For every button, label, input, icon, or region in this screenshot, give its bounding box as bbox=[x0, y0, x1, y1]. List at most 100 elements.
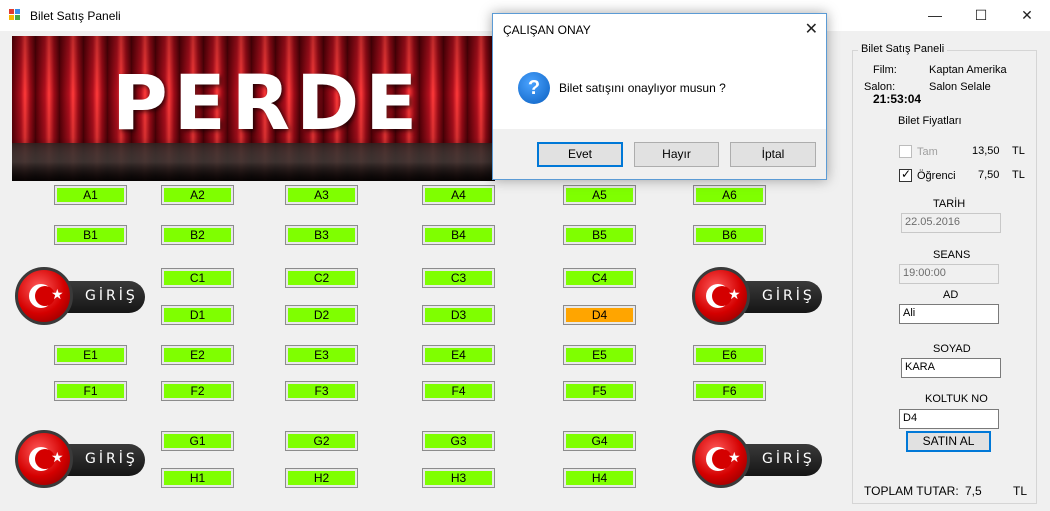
seat-g2[interactable]: G2 bbox=[285, 431, 358, 451]
seat-a4[interactable]: A4 bbox=[422, 185, 495, 205]
seat-label: A5 bbox=[566, 188, 633, 202]
tam-checkbox[interactable] bbox=[899, 145, 912, 158]
seat-label: D1 bbox=[164, 308, 231, 322]
seat-h3[interactable]: H3 bbox=[422, 468, 495, 488]
seat-label: H3 bbox=[425, 471, 492, 485]
seat-f1[interactable]: F1 bbox=[54, 381, 127, 401]
maximize-button[interactable]: ☐ bbox=[958, 0, 1004, 31]
seat-label: H2 bbox=[288, 471, 355, 485]
hayir-button[interactable]: Hayır bbox=[634, 142, 719, 167]
seat-label: F1 bbox=[57, 384, 124, 398]
seat-f3[interactable]: F3 bbox=[285, 381, 358, 401]
seat-b1[interactable]: B1 bbox=[54, 225, 127, 245]
seat-c3[interactable]: C3 bbox=[422, 268, 495, 288]
seat-e5[interactable]: E5 bbox=[563, 345, 636, 365]
panel-title: Bilet Satış Paneli bbox=[858, 43, 948, 55]
seat-d2[interactable]: D2 bbox=[285, 305, 358, 325]
app-icon bbox=[9, 9, 22, 21]
seat-a2[interactable]: A2 bbox=[161, 185, 234, 205]
seat-label: E3 bbox=[288, 348, 355, 362]
turkish-flag-icon: ★ bbox=[692, 430, 750, 488]
seat-label: C1 bbox=[164, 271, 231, 285]
seat-h2[interactable]: H2 bbox=[285, 468, 358, 488]
ogrenci-label: Öğrenci bbox=[917, 170, 956, 182]
seat-label: C2 bbox=[288, 271, 355, 285]
entrance-label: GİRİŞ bbox=[85, 451, 138, 467]
seat-a5[interactable]: A5 bbox=[563, 185, 636, 205]
seat-g4[interactable]: G4 bbox=[563, 431, 636, 451]
seat-e4[interactable]: E4 bbox=[422, 345, 495, 365]
dialog-body: ? Bilet satışını onaylıyor musun ? bbox=[493, 45, 826, 129]
tam-label: Tam bbox=[917, 146, 938, 158]
tam-price: 13,50 bbox=[972, 145, 1000, 157]
seat-c4[interactable]: C4 bbox=[563, 268, 636, 288]
seat-label: A6 bbox=[696, 188, 763, 202]
seat-e2[interactable]: E2 bbox=[161, 345, 234, 365]
koltuk-input[interactable]: D4 bbox=[899, 409, 999, 429]
seat-b5[interactable]: B5 bbox=[563, 225, 636, 245]
seat-b4[interactable]: B4 bbox=[422, 225, 495, 245]
seat-d4[interactable]: D4 bbox=[563, 305, 636, 325]
total-value: 7,5 bbox=[965, 484, 982, 498]
minimize-button[interactable]: — bbox=[912, 0, 958, 31]
close-button[interactable]: ✕ bbox=[1004, 0, 1050, 31]
seat-b3[interactable]: B3 bbox=[285, 225, 358, 245]
seat-e1[interactable]: E1 bbox=[54, 345, 127, 365]
seat-e6[interactable]: E6 bbox=[693, 345, 766, 365]
seans-label: SEANS bbox=[933, 249, 971, 261]
seat-label: E4 bbox=[425, 348, 492, 362]
dialog-message: Bilet satışını onaylıyor musun ? bbox=[559, 81, 726, 95]
seat-label: B1 bbox=[57, 228, 124, 242]
seat-d1[interactable]: D1 bbox=[161, 305, 234, 325]
perde-banner: PERDE bbox=[12, 36, 495, 181]
seans-field[interactable]: 19:00:00 bbox=[899, 264, 999, 284]
seat-f5[interactable]: F5 bbox=[563, 381, 636, 401]
tarih-field[interactable]: 22.05.2016 bbox=[901, 213, 1001, 233]
seat-label: D4 bbox=[566, 308, 633, 322]
satin-al-button[interactable]: SATIN AL bbox=[906, 431, 991, 452]
seat-f2[interactable]: F2 bbox=[161, 381, 234, 401]
seat-h4[interactable]: H4 bbox=[563, 468, 636, 488]
ad-input[interactable]: Ali bbox=[899, 304, 999, 324]
seat-a1[interactable]: A1 bbox=[54, 185, 127, 205]
banner-title: PERDE bbox=[112, 58, 424, 147]
koltuk-label: KOLTUK NO bbox=[925, 393, 988, 405]
seat-b2[interactable]: B2 bbox=[161, 225, 234, 245]
seat-label: G4 bbox=[566, 434, 633, 448]
seat-label: F4 bbox=[425, 384, 492, 398]
soyad-label: SOYAD bbox=[933, 343, 971, 355]
seat-label: B4 bbox=[425, 228, 492, 242]
seat-f6[interactable]: F6 bbox=[693, 381, 766, 401]
entrance-right-top: GİRİŞ ★ bbox=[692, 267, 824, 327]
seat-label: E5 bbox=[566, 348, 633, 362]
turkish-flag-icon: ★ bbox=[692, 267, 750, 325]
iptal-button[interactable]: İptal bbox=[730, 142, 816, 167]
seat-g3[interactable]: G3 bbox=[422, 431, 495, 451]
seat-c1[interactable]: C1 bbox=[161, 268, 234, 288]
seat-a3[interactable]: A3 bbox=[285, 185, 358, 205]
seat-c2[interactable]: C2 bbox=[285, 268, 358, 288]
total-currency: TL bbox=[1013, 484, 1028, 498]
seat-e3[interactable]: E3 bbox=[285, 345, 358, 365]
seat-label: G3 bbox=[425, 434, 492, 448]
seat-h1[interactable]: H1 bbox=[161, 468, 234, 488]
window-title: Bilet Satış Paneli bbox=[30, 9, 121, 23]
seat-label: F2 bbox=[164, 384, 231, 398]
seat-a6[interactable]: A6 bbox=[693, 185, 766, 205]
seat-label: E2 bbox=[164, 348, 231, 362]
seat-d3[interactable]: D3 bbox=[422, 305, 495, 325]
question-icon: ? bbox=[518, 72, 550, 104]
dialog-close-icon[interactable]: ✕ bbox=[805, 19, 818, 39]
seat-b6[interactable]: B6 bbox=[693, 225, 766, 245]
entrance-label: GİRİŞ bbox=[85, 288, 138, 304]
seat-label: E6 bbox=[696, 348, 763, 362]
evet-button[interactable]: Evet bbox=[537, 142, 623, 167]
entrance-label: GİRİŞ bbox=[762, 451, 815, 467]
seat-f4[interactable]: F4 bbox=[422, 381, 495, 401]
seat-g1[interactable]: G1 bbox=[161, 431, 234, 451]
soyad-input[interactable]: KARA bbox=[901, 358, 1001, 378]
ogrenci-checkbox[interactable] bbox=[899, 167, 912, 182]
seat-label: D2 bbox=[288, 308, 355, 322]
seat-label: G2 bbox=[288, 434, 355, 448]
ad-label: AD bbox=[943, 289, 959, 301]
